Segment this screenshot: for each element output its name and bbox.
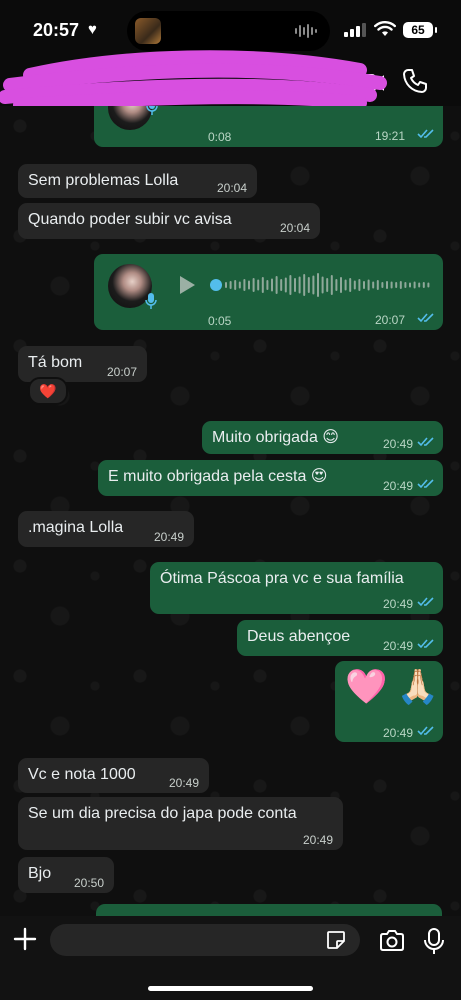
read-ticks-icon <box>417 726 434 736</box>
camera-icon[interactable] <box>379 930 405 952</box>
message-time: 20:49 <box>382 597 413 611</box>
message-time: 20:49 <box>382 726 413 740</box>
album-art-icon <box>135 18 161 44</box>
chat-messages[interactable]: 0:08 19:21 Sem problemas Lolla 20:04 Qua… <box>0 106 461 916</box>
message-text: Bjo <box>28 865 52 882</box>
incoming-message[interactable]: Quando poder subir vc avisa 20:04 <box>18 203 320 239</box>
read-ticks-icon <box>417 129 434 139</box>
message-text: Quando poder subir vc avisa <box>28 211 232 228</box>
message-input[interactable] <box>50 924 360 956</box>
read-ticks-icon <box>417 639 434 649</box>
voice-waveform[interactable] <box>210 272 432 298</box>
home-indicator[interactable] <box>148 986 313 991</box>
read-ticks-icon <box>417 437 434 447</box>
message-text: Muito obrigada 😊 <box>212 429 339 446</box>
outgoing-message[interactable]: 🩷 🙏🏻 20:49 <box>335 661 443 742</box>
voice-message[interactable]: 0:08 19:21 <box>94 106 443 147</box>
message-time: 20:49 <box>382 479 413 493</box>
outgoing-message[interactable]: Muito obrigada 😊 20:49 <box>202 421 443 454</box>
message-time: 20:50 <box>73 876 104 890</box>
phone-call-icon[interactable] <box>402 68 428 94</box>
read-ticks-icon <box>417 479 434 489</box>
incoming-message[interactable]: Bjo 20:50 <box>18 857 114 893</box>
outgoing-message[interactable]: E muito obrigada pela cesta 😍 20:49 <box>98 460 443 496</box>
audio-wave-icon <box>295 24 317 38</box>
message-time: 20:07 <box>106 365 137 379</box>
status-time: 20:57 <box>33 20 80 40</box>
read-ticks-icon <box>417 313 434 323</box>
message-text: Se um dia precisa do japa pode conta <box>28 805 297 822</box>
incoming-message[interactable]: Sem problemas Lolla 20:04 <box>18 164 257 198</box>
message-text: Deus abençoe <box>247 628 351 645</box>
message-text: Vc e nota 1000 <box>28 766 136 783</box>
redaction-scribble <box>0 50 387 112</box>
message-time: 20:04 <box>216 181 247 195</box>
incoming-message[interactable]: Vc e nota 1000 20:49 <box>18 758 209 793</box>
outgoing-message-partial <box>96 904 442 916</box>
voice-duration: 0:08 <box>208 130 232 144</box>
mic-icon <box>145 293 157 309</box>
heart-icon: ♥ <box>88 21 97 38</box>
message-time: 20:07 <box>374 313 405 327</box>
read-ticks-icon <box>417 597 434 607</box>
microphone-icon[interactable] <box>424 927 444 955</box>
signal-icon <box>344 23 366 37</box>
message-time: 20:49 <box>302 833 333 847</box>
message-time: 20:49 <box>153 530 184 544</box>
message-time: 20:49 <box>382 437 413 451</box>
message-text: Sem problemas Lolla <box>28 172 179 189</box>
incoming-message[interactable]: Se um dia precisa do japa pode conta 20:… <box>18 797 343 850</box>
play-icon[interactable] <box>178 275 196 295</box>
composer-bar <box>0 916 461 1000</box>
wifi-icon <box>374 21 396 36</box>
message-time: 20:49 <box>168 776 199 790</box>
voice-duration: 0:05 <box>208 314 232 328</box>
plus-icon[interactable] <box>12 926 38 952</box>
message-text: .magina Lolla <box>28 519 124 536</box>
incoming-message[interactable]: .magina Lolla 20:49 <box>18 511 194 547</box>
message-text: Ótima Páscoa pra vc e sua família <box>160 570 404 587</box>
outgoing-message[interactable]: Ótima Páscoa pra vc e sua família 20:49 <box>150 562 443 614</box>
reaction-badge[interactable]: ❤️ <box>28 377 68 405</box>
message-text: E muito obrigada pela cesta 😍 <box>108 468 328 485</box>
message-text: 🩷 🙏🏻 <box>345 668 440 706</box>
message-time: 20:04 <box>279 221 310 235</box>
voice-message[interactable]: 0:05 20:07 <box>94 254 443 330</box>
message-text: Tá bom <box>28 354 83 371</box>
message-time: 19:21 <box>374 129 405 143</box>
message-time: 20:49 <box>382 639 413 653</box>
mic-icon <box>146 106 158 115</box>
battery-indicator: 65 <box>403 22 437 38</box>
outgoing-message[interactable]: Deus abençoe 20:49 <box>237 620 443 656</box>
sticker-icon[interactable] <box>326 930 346 950</box>
